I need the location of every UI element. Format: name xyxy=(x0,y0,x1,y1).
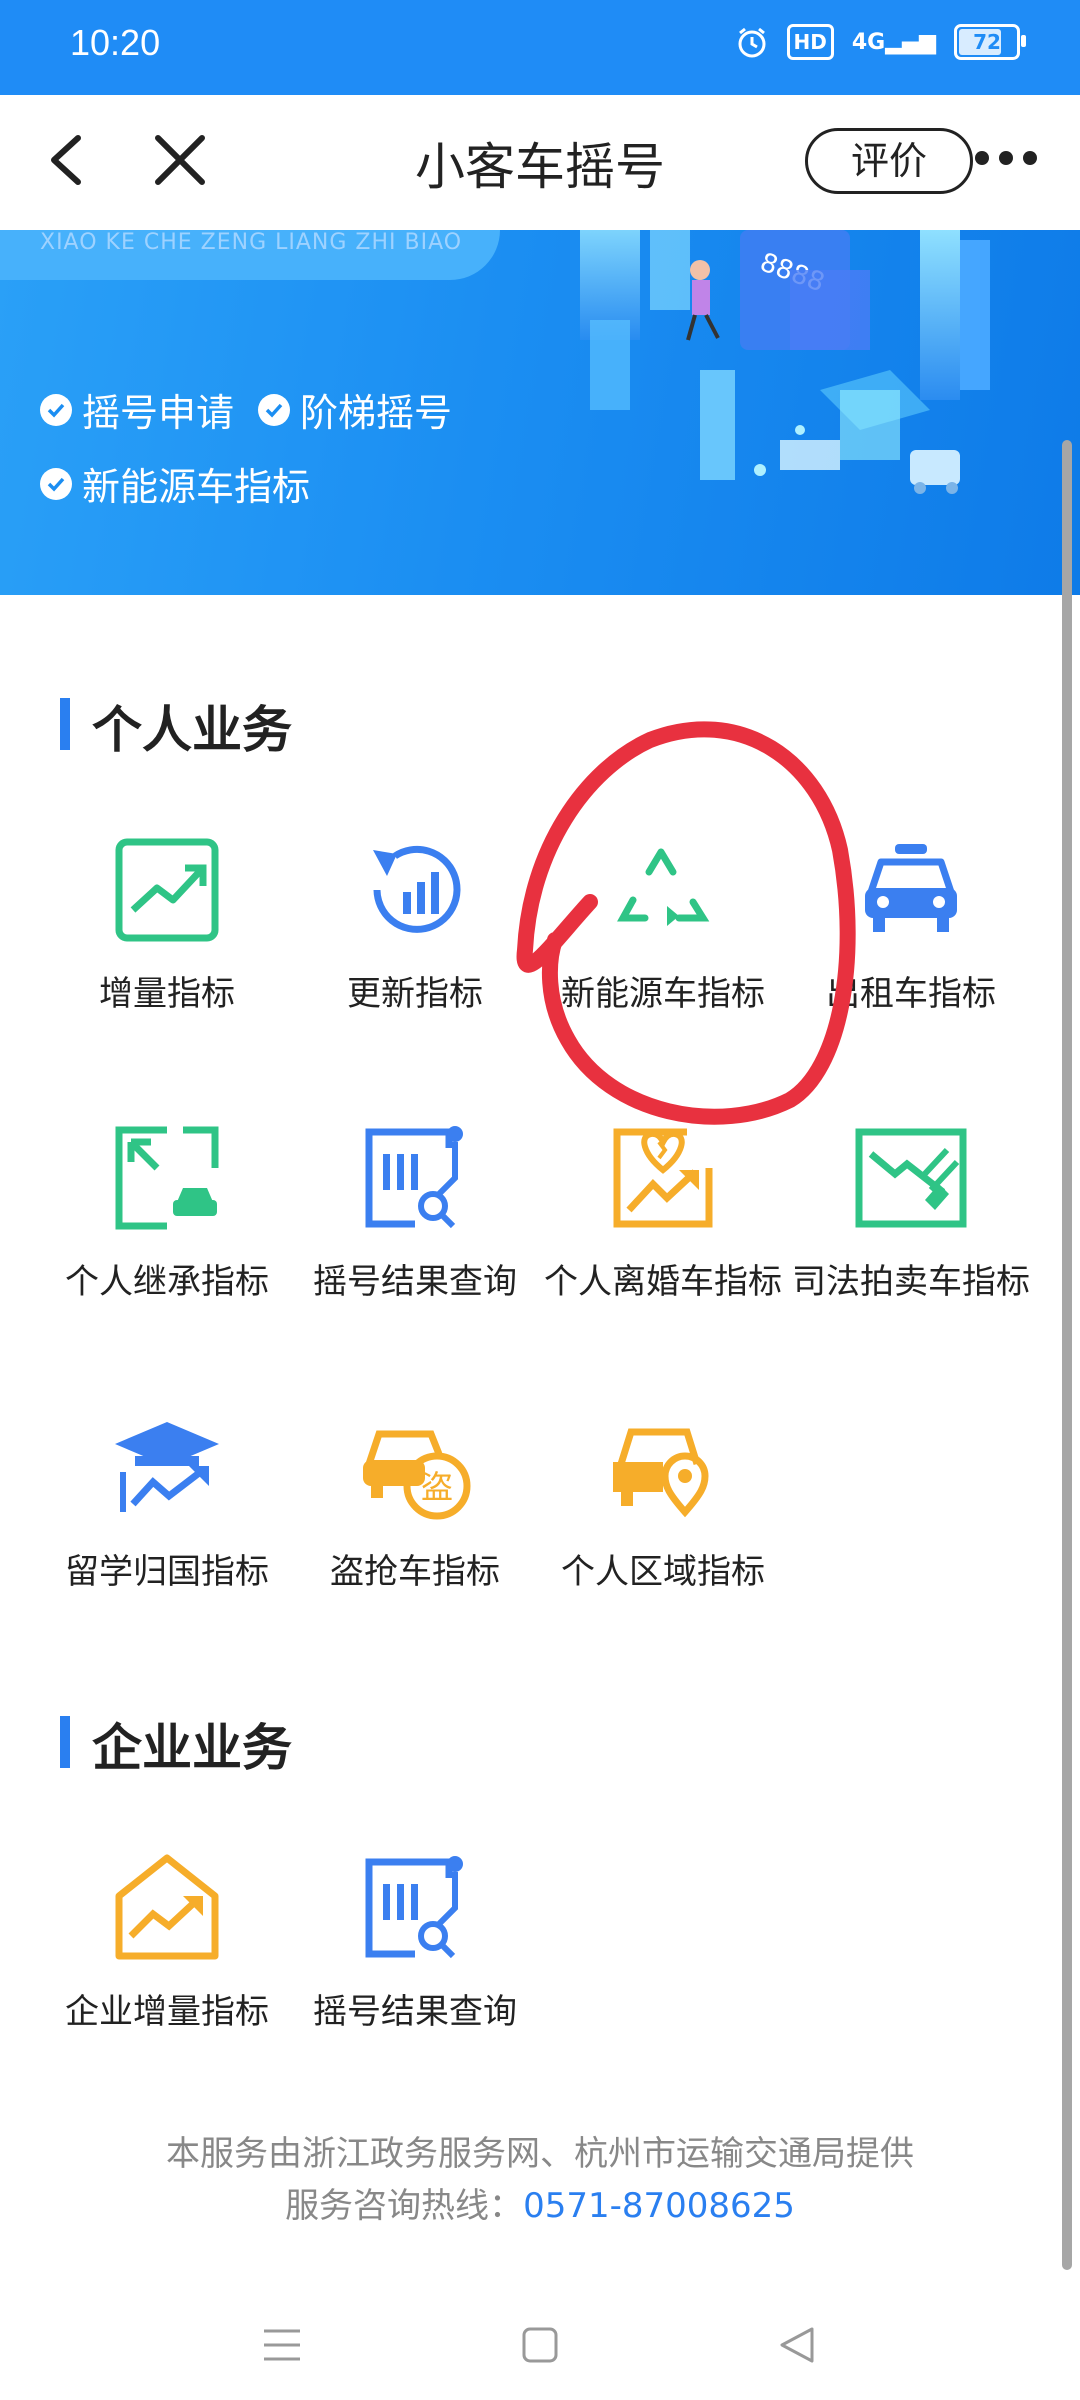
grid-item-renewal[interactable]: 更新指标 xyxy=(290,830,540,1015)
result-search-icon xyxy=(365,1126,463,1229)
grid-item-incremental[interactable]: 增量指标 xyxy=(42,830,292,1015)
footer-hotline-row: 服务咨询热线：0571-87008625 xyxy=(0,2180,1080,2232)
more-menu-icon[interactable] xyxy=(975,143,1045,173)
grid-item-enterprise-incremental[interactable]: 企业增量指标 xyxy=(42,1848,292,2033)
grid-item-study-abroad[interactable]: 留学归国指标 xyxy=(42,1408,292,1593)
menu-icon[interactable] xyxy=(252,2315,312,2375)
grid-item-label: 司法拍卖车指标 xyxy=(792,1262,1030,1302)
grid-item-label: 增量指标 xyxy=(99,974,235,1014)
grid-item-label: 新能源车指标 xyxy=(561,974,765,1014)
grid-item-label: 摇号结果查询 xyxy=(313,1992,517,2032)
banner-feature: 摇号申请 xyxy=(40,382,234,437)
title-bar: 小客车摇号 评价 xyxy=(0,95,1080,230)
grid-item-label: 个人离婚车指标 xyxy=(544,1262,782,1302)
home-icon[interactable] xyxy=(510,2315,570,2375)
grid-item-label: 留学归国指标 xyxy=(65,1552,269,1592)
banner-feature-label: 摇号申请 xyxy=(82,391,235,435)
auction-hammer-icon xyxy=(855,1128,967,1228)
grid-item-regional[interactable]: 个人区域指标 xyxy=(538,1408,788,1593)
footer: 本服务由浙江政务服务网、杭州市运输交通局提供 服务咨询热线：0571-87008… xyxy=(0,2128,1080,2232)
rate-button[interactable]: 评价 xyxy=(805,128,973,194)
taxi-icon xyxy=(865,844,957,932)
grid-item-label: 个人区域指标 xyxy=(561,1552,765,1592)
hotline-number[interactable]: 0571-87008625 xyxy=(523,2186,795,2226)
grid-item-judicial-auction[interactable]: 司法拍卖车指标 xyxy=(786,1118,1036,1303)
divorce-heart-icon xyxy=(613,1128,713,1228)
section-title-enterprise: 企业业务 xyxy=(60,1708,292,1780)
footer-provider: 本服务由浙江政务服务网、杭州市运输交通局提供 xyxy=(166,2134,914,2174)
grid-item-label: 盗抢车指标 xyxy=(330,1552,500,1592)
recycle-icon xyxy=(617,848,710,926)
trend-chart-icon xyxy=(115,838,219,942)
graduation-cap-icon xyxy=(115,1422,219,1512)
status-icons: HD 4G▂▄▆ 72 xyxy=(735,24,1026,60)
check-icon xyxy=(40,467,72,500)
car-location-icon xyxy=(613,1428,709,1518)
banner-feature-label: 新能源车指标 xyxy=(82,465,311,509)
section-title-personal: 个人业务 xyxy=(60,690,292,762)
banner-feature: 阶梯摇号 xyxy=(258,382,452,437)
battery-level: 72 xyxy=(973,30,1001,54)
grid-item-label: 更新指标 xyxy=(347,974,483,1014)
banner: XIAO KE CHE ZENG LIANG ZHI BIAO 摇号申请 阶梯摇… xyxy=(0,230,1080,595)
grid-item-label: 企业增量指标 xyxy=(65,1992,269,2032)
hd-badge: HD xyxy=(786,24,834,60)
house-trend-icon xyxy=(115,1854,219,1960)
grid-item-enterprise-lottery-result[interactable]: 摇号结果查询 xyxy=(290,1848,540,2033)
alarm-icon xyxy=(738,27,766,58)
check-icon xyxy=(258,393,290,426)
grid-item-divorce[interactable]: 个人离婚车指标 xyxy=(538,1118,788,1303)
signal-icon: 4G▂▄▆ xyxy=(851,29,936,55)
signal-label: 4G xyxy=(851,29,886,55)
check-icon xyxy=(40,393,72,426)
grid-item-lottery-result[interactable]: 摇号结果查询 xyxy=(290,1118,540,1303)
battery-icon: 72 xyxy=(954,24,1026,60)
banner-pinyin: XIAO KE CHE ZENG LIANG ZHI BIAO xyxy=(40,230,463,255)
city-illustration: 8888 xyxy=(580,230,990,494)
result-search-icon xyxy=(365,1856,463,1959)
grid-item-stolen-car[interactable]: 盗 盗抢车指标 xyxy=(290,1408,540,1593)
grid-item-label: 摇号结果查询 xyxy=(313,1262,517,1302)
status-bar: 10:20 HD 4G▂▄▆ 72 xyxy=(0,0,1080,95)
scrollbar[interactable] xyxy=(1062,440,1072,2270)
stolen-car-icon: 盗 xyxy=(363,1430,471,1520)
status-time: 10:20 xyxy=(70,22,161,63)
back-triangle-icon[interactable] xyxy=(768,2315,828,2375)
banner-feature: 新能源车指标 xyxy=(40,456,310,511)
system-nav-bar xyxy=(0,2290,1080,2400)
svg-text:盗: 盗 xyxy=(421,1468,453,1506)
grid-item-label: 个人继承指标 xyxy=(65,1262,269,1302)
grid-item-new-energy[interactable]: 新能源车指标 xyxy=(538,830,788,1015)
refresh-chart-icon xyxy=(373,845,461,933)
grid-item-inheritance[interactable]: 个人继承指标 xyxy=(42,1118,292,1303)
banner-feature-label: 阶梯摇号 xyxy=(300,391,453,435)
hotline-label: 服务咨询热线： xyxy=(285,2186,524,2226)
inherit-car-icon xyxy=(115,1126,219,1230)
grid-item-label: 出租车指标 xyxy=(826,974,996,1014)
grid-item-taxi[interactable]: 出租车指标 xyxy=(786,830,1036,1015)
